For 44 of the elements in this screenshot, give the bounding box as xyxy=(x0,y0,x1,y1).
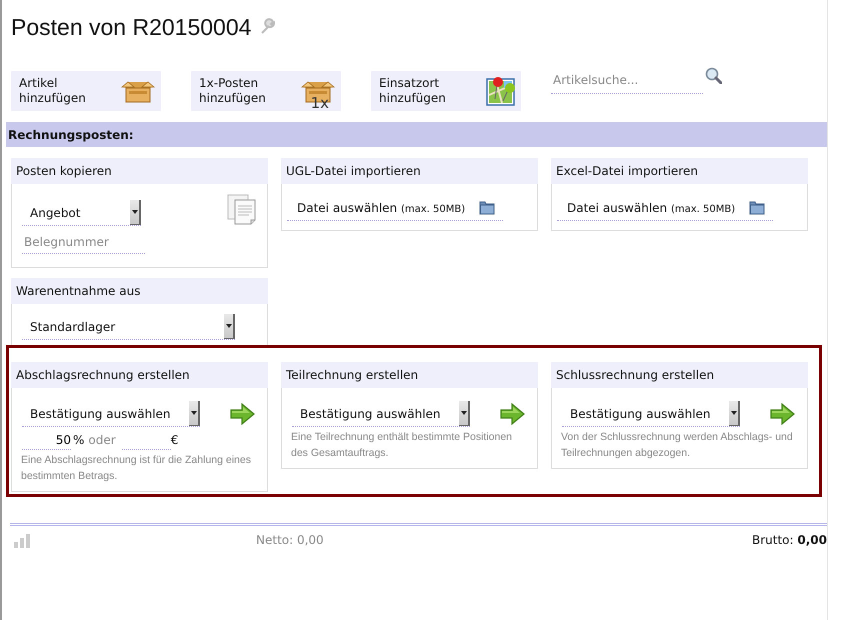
dropdown[interactable]: Bestätigung auswählen xyxy=(292,401,470,427)
or-label: oder xyxy=(88,433,116,449)
search-icon xyxy=(705,67,722,84)
percent-sign: % xyxy=(73,433,84,449)
file-picker-button[interactable]: Datei auswählen (max. 50MB) xyxy=(287,195,503,221)
search-field[interactable]: Artikelsuche... xyxy=(551,67,703,94)
panel-title: Warenentnahme aus xyxy=(11,278,268,304)
currency-sign: € xyxy=(170,433,178,449)
dropdown[interactable]: Bestätigung auswählen xyxy=(22,401,200,427)
panel-title: Abschlagsrechnung erstellen xyxy=(11,362,268,388)
input-field[interactable]: Belegnummer xyxy=(22,230,145,254)
bar-chart-icon xyxy=(14,532,30,548)
arrow-right-icon xyxy=(770,402,796,426)
section-title: Rechnungsposten: xyxy=(8,128,134,142)
caret-icon xyxy=(190,411,196,415)
folder-icon xyxy=(749,200,766,215)
dropdown[interactable]: Bestätigung auswählen xyxy=(562,401,740,427)
file-picker-button[interactable]: Datei auswählen (max. 50MB) xyxy=(557,195,773,221)
panel-title: Schlussrechnung erstellen xyxy=(551,362,808,388)
net-total: Netto: 0,00 xyxy=(256,533,324,547)
caret-icon xyxy=(460,411,466,415)
add-location-button[interactable]: Einsatzort hinzufügen xyxy=(371,71,521,111)
help-text: Eine Abschlagsrechnung ist für die Zahlung eines bestimmten Betrags. xyxy=(21,453,252,484)
gross-total: Brutto: 0,00 xyxy=(752,533,827,547)
caret-icon xyxy=(132,210,138,214)
dropdown[interactable]: Standardlager xyxy=(22,314,235,340)
panel-title: Excel-Datei importieren xyxy=(551,158,808,184)
caret-icon xyxy=(730,411,736,415)
folder-icon xyxy=(479,200,496,215)
add-item-button[interactable]: Artikel hinzufügen xyxy=(11,71,161,111)
panel-title: Posten kopieren xyxy=(11,158,268,184)
panel-title: UGL-Datei importieren xyxy=(281,158,538,184)
arrow-right-icon xyxy=(230,402,256,426)
panel-title: Teilrechnung erstellen xyxy=(281,362,538,388)
percent-field[interactable]: 50 xyxy=(22,430,71,450)
help-text: Eine Teilrechnung enthält bestimmte Positionen des Gesamtauftrags. xyxy=(291,430,514,461)
help-text: Von der Schlussrechnung werden Abschlags- und Teilrechnungen abgezogen. xyxy=(561,430,794,461)
page-title: Posten von R20150004 xyxy=(11,14,252,40)
documents-icon xyxy=(227,194,257,225)
caret-icon xyxy=(226,324,232,328)
dropdown[interactable]: Angebot xyxy=(22,200,141,226)
arrow-right-icon xyxy=(500,402,526,426)
map-pins-icon xyxy=(486,75,516,107)
wrench-icon xyxy=(259,18,278,36)
